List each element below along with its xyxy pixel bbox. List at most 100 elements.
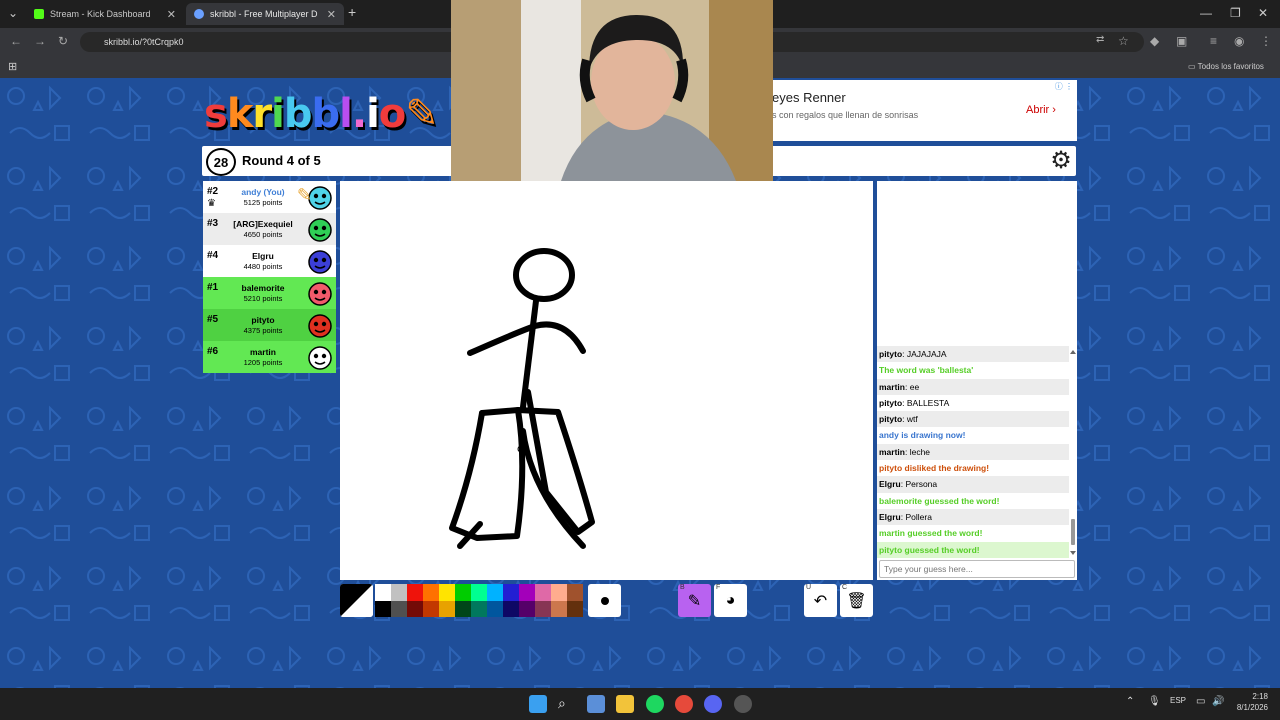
player-row[interactable]: #5 pityto 4375 points: [203, 309, 336, 341]
chat-scrollbar[interactable]: [1070, 349, 1076, 556]
color-swatch[interactable]: [551, 584, 567, 601]
color-swatch[interactable]: [391, 584, 407, 601]
color-preview[interactable]: [340, 584, 373, 617]
color-swatch[interactable]: [439, 584, 455, 601]
chat-text: Pollera: [905, 511, 932, 522]
ad-info-icon[interactable]: ⓘ ⋮: [1055, 81, 1073, 92]
minimize-icon[interactable]: —: [1200, 6, 1212, 20]
network-icon[interactable]: ▭: [1196, 696, 1205, 707]
tab-skribbl[interactable]: skribbl - Free Multiplayer D ✕: [186, 3, 344, 25]
apps-icon[interactable]: ⊞: [8, 60, 17, 73]
store-icon[interactable]: [587, 695, 605, 713]
color-swatch[interactable]: [407, 584, 423, 601]
chat-message: pityto: wtf: [877, 411, 1069, 428]
player-row[interactable]: #4 Elgru 4480 points: [203, 245, 336, 277]
player-points: 4650 points: [243, 230, 283, 239]
round-indicator: Round 4 of 5: [242, 153, 321, 168]
tab-title: Stream - Kick Dashboard: [50, 9, 151, 19]
pencil-icon: ✎: [687, 592, 702, 610]
volume-icon[interactable]: 🔊: [1212, 696, 1224, 707]
shortcut-key: B: [680, 584, 685, 591]
tab-list-icon[interactable]: ⌄: [8, 6, 18, 20]
color-swatch[interactable]: [423, 600, 439, 617]
fill-tool[interactable]: F ◕: [714, 584, 747, 617]
start-icon[interactable]: [529, 695, 547, 713]
color-swatch[interactable]: [535, 584, 551, 601]
close-icon[interactable]: ✕: [327, 8, 336, 21]
search-icon[interactable]: ⌕: [558, 695, 576, 713]
drawing-canvas[interactable]: [340, 181, 873, 580]
discord-icon[interactable]: [704, 695, 722, 713]
color-swatch[interactable]: [519, 600, 535, 617]
color-swatch[interactable]: [455, 584, 471, 601]
app-icon[interactable]: [734, 695, 752, 713]
clock[interactable]: 2:18 8/1/2026: [1234, 692, 1268, 712]
folder-icon[interactable]: [616, 695, 634, 713]
color-swatch[interactable]: [391, 600, 407, 617]
chat-text: Persona: [905, 479, 938, 490]
tray-chevron-icon[interactable]: ⌃: [1126, 696, 1134, 707]
color-swatch[interactable]: [567, 600, 583, 617]
chat-message: Elgru: Persona: [877, 476, 1069, 493]
advertisement[interactable]: eyes Renner s con regalos que llenan de …: [772, 80, 1077, 141]
language-indicator[interactable]: ESP: [1170, 696, 1186, 705]
tab-kick-dashboard[interactable]: Stream - Kick Dashboard ✕: [26, 3, 184, 25]
undo-button[interactable]: U ↶: [804, 584, 837, 617]
back-icon[interactable]: ←: [10, 34, 22, 48]
gear-icon[interactable]: ⚙: [1048, 148, 1074, 174]
chat-panel: pityto: JAJAJAJA The word was 'ballesta' m…: [877, 181, 1077, 580]
color-swatch[interactable]: [375, 584, 391, 601]
restore-icon[interactable]: ❐: [1230, 6, 1241, 20]
player-row[interactable]: #1 balemorite 5210 points: [203, 277, 336, 309]
player-points: 4375 points: [243, 326, 283, 335]
color-swatch[interactable]: [423, 584, 439, 601]
color-swatch[interactable]: [519, 584, 535, 601]
close-icon[interactable]: ✕: [167, 8, 176, 21]
color-swatch[interactable]: [487, 600, 503, 617]
clear-button[interactable]: C 🗑: [840, 584, 873, 617]
color-swatch[interactable]: [455, 600, 471, 617]
brush-size-selector[interactable]: [588, 584, 621, 617]
color-swatch[interactable]: [407, 600, 423, 617]
all-bookmarks[interactable]: ▭ Todos los favoritos: [1188, 62, 1264, 71]
chat-messages: pityto: JAJAJAJA The word was 'ballesta' m…: [877, 346, 1069, 558]
color-swatch[interactable]: [503, 584, 519, 601]
color-swatch[interactable]: [503, 600, 519, 617]
translate-icon[interactable]: ⇄: [1096, 34, 1104, 45]
extension-icon[interactable]: ◆: [1150, 34, 1159, 48]
media-icon[interactable]: ≡: [1210, 34, 1217, 48]
spotify-icon[interactable]: [646, 695, 664, 713]
brush-tool[interactable]: B ✎: [678, 584, 711, 617]
puzzle-icon[interactable]: ▣: [1176, 34, 1187, 48]
color-swatch[interactable]: [375, 600, 391, 617]
player-name: andy (You): [241, 187, 285, 197]
new-tab-icon[interactable]: +: [348, 4, 356, 20]
close-window-icon[interactable]: ✕: [1258, 6, 1268, 20]
reload-icon[interactable]: ↻: [58, 34, 68, 48]
bookmarks-label: Todos los favoritos: [1197, 62, 1264, 71]
undo-icon: ↶: [813, 592, 828, 610]
chrome-icon[interactable]: [675, 695, 693, 713]
player-row[interactable]: #3 [ARG]Exequiel 4650 points: [203, 213, 336, 245]
tab-title: skribbl - Free Multiplayer D: [210, 9, 318, 19]
color-swatch[interactable]: [551, 600, 567, 617]
player-name: pityto: [251, 315, 275, 325]
menu-icon[interactable]: ⋮: [1260, 34, 1272, 48]
player-name: [ARG]Exequiel: [233, 219, 293, 229]
color-swatch[interactable]: [487, 584, 503, 601]
profile-icon[interactable]: ◉: [1234, 34, 1244, 48]
color-swatch[interactable]: [471, 600, 487, 617]
color-swatch[interactable]: [567, 584, 583, 601]
guess-input[interactable]: [879, 560, 1075, 578]
ad-open-button[interactable]: Abrir ›: [1026, 104, 1056, 116]
color-swatch[interactable]: [439, 600, 455, 617]
bookmark-star-icon[interactable]: ☆: [1118, 34, 1129, 48]
player-rank: #1: [207, 282, 219, 293]
chat-message: pityto disliked the drawing!: [879, 463, 990, 474]
color-swatch[interactable]: [535, 600, 551, 617]
color-swatch[interactable]: [471, 584, 487, 601]
forward-icon[interactable]: →: [34, 34, 46, 48]
player-row[interactable]: #2 ♛ andy (You) 5125 points ✎: [203, 181, 336, 213]
microphone-icon[interactable]: 🎙: [1148, 696, 1161, 707]
player-row[interactable]: #6 martin 1205 points: [203, 341, 336, 373]
